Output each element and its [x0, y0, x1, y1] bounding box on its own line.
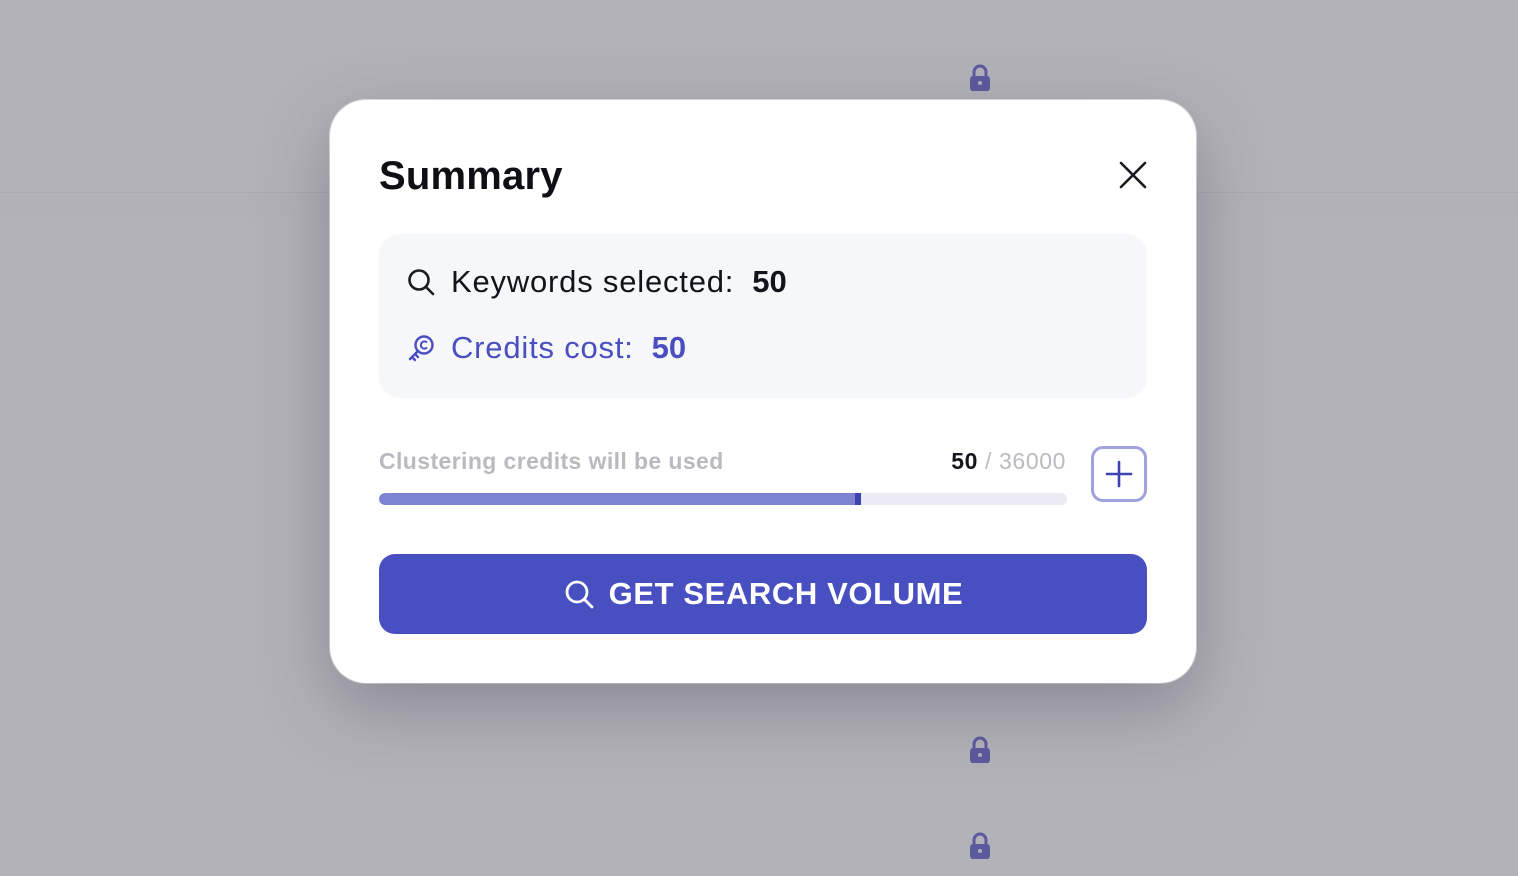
credits-usage-label: Clustering credits will be used [379, 448, 724, 474]
credits-separator: / [978, 448, 1000, 474]
credits-cost-value: 50 [651, 330, 687, 365]
get-search-volume-button[interactable]: GET SEARCH VOLUME [379, 554, 1147, 634]
summary-panel: Keywords selected: 50 Credits cost: 50 [379, 234, 1147, 398]
lock-icon [968, 64, 992, 92]
get-search-volume-label: GET SEARCH VOLUME [608, 576, 964, 611]
lock-icon [968, 736, 992, 764]
search-icon [405, 266, 437, 298]
credits-total-value: 36000 [999, 448, 1066, 474]
background-row [0, 0, 1518, 97]
close-icon [1118, 160, 1148, 190]
credits-cost-row: Credits cost: 50 [405, 328, 686, 368]
credits-progress-fill [379, 493, 861, 505]
keywords-selected-row: Keywords selected: 50 [405, 262, 787, 302]
credits-usage-count: 50 / 36000 [951, 446, 1066, 476]
credits-used-value: 50 [951, 448, 979, 474]
keywords-selected-label: Keywords selected: [451, 264, 735, 299]
credit-key-icon [405, 332, 437, 364]
close-button[interactable] [1110, 152, 1156, 198]
modal-title: Summary [379, 154, 563, 198]
add-credits-button[interactable] [1091, 446, 1147, 502]
keywords-selected-value: 50 [752, 264, 787, 299]
credits-progress-bar [379, 493, 1067, 505]
lock-icon [968, 832, 992, 860]
background-row [0, 796, 1518, 876]
plus-icon [1103, 458, 1135, 490]
summary-modal: Summary Keywords selected: 50 Credits co… [330, 100, 1196, 683]
credits-cost-label: Credits cost: [451, 330, 634, 365]
background-row [0, 700, 1518, 797]
search-icon [563, 578, 595, 610]
